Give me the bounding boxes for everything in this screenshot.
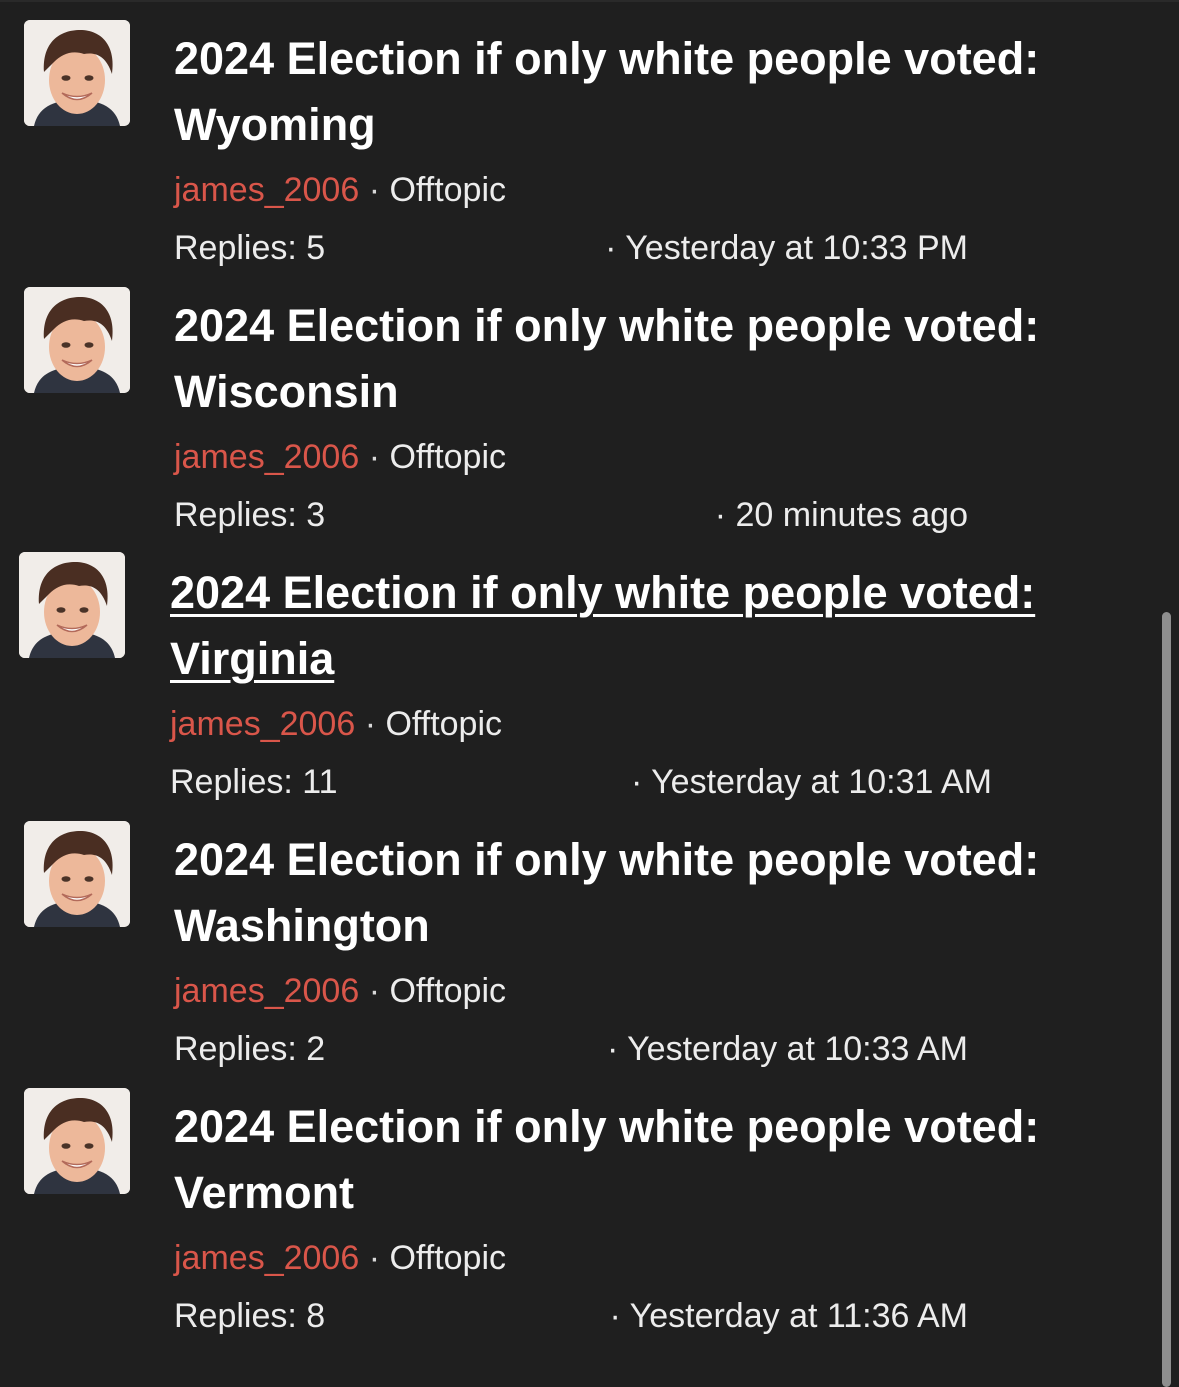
thread-meta: james_2006 · Offtopic [174,170,506,210]
last-post-time[interactable]: · Yesterday at 10:33 AM [607,1029,968,1069]
thread-title-link[interactable]: 2024 Election if only white people voted… [174,26,1134,158]
thread-item[interactable]: 2024 Election if only white people voted… [0,285,1150,552]
author-link[interactable]: james_2006 [174,171,359,209]
meta-separator: · [355,705,386,743]
author-link[interactable]: james_2006 [174,972,359,1010]
thread-item[interactable]: 2024 Election if only white people voted… [0,1086,1150,1353]
avatar-icon [19,552,125,658]
meta-separator: · [359,1239,390,1277]
last-post-time[interactable]: · Yesterday at 10:31 AM [631,762,992,802]
author-link[interactable]: james_2006 [170,705,355,743]
thread-meta: james_2006 · Offtopic [174,1238,506,1278]
thread-meta: james_2006 · Offtopic [174,971,506,1011]
forum-link[interactable]: Offtopic [389,972,506,1010]
author-link[interactable]: james_2006 [174,438,359,476]
thread-title-link[interactable]: 2024 Election if only white people voted… [174,293,1134,425]
user-avatar-photo[interactable] [24,1088,130,1194]
user-avatar-photo[interactable] [19,552,125,658]
last-post-time[interactable]: · Yesterday at 10:33 PM [605,228,968,268]
forum-link[interactable]: Offtopic [389,1239,506,1277]
thread-list-page: 2024 Election if only white people voted… [0,0,1179,1387]
user-avatar-photo[interactable] [24,20,130,126]
reply-count: Replies: 8 [174,1297,326,1335]
meta-separator: · [359,972,390,1010]
scrollbar-thumb[interactable] [1162,612,1171,1387]
user-avatar-photo[interactable] [24,287,130,393]
reply-count: Replies: 2 [174,1030,326,1068]
avatar-icon [24,287,130,393]
user-avatar-photo[interactable] [24,821,130,927]
forum-link[interactable]: Offtopic [385,705,502,743]
avatar-icon [24,20,130,126]
thread-title-link[interactable]: 2024 Election if only white people voted… [174,827,1134,959]
scrollbar[interactable] [1162,612,1171,1387]
top-divider [0,0,1179,2]
thread-title-link[interactable]: 2024 Election if only white people voted… [174,1094,1134,1226]
last-post-time[interactable]: · 20 minutes ago [715,495,968,535]
forum-link[interactable]: Offtopic [389,438,506,476]
meta-separator: · [359,438,390,476]
forum-link[interactable]: Offtopic [389,171,506,209]
thread-item[interactable]: 2024 Election if only white people voted… [0,18,1150,285]
avatar-icon [24,821,130,927]
thread-item[interactable]: 2024 Election if only white people voted… [0,552,1150,819]
meta-separator: · [359,171,390,209]
thread-meta: james_2006 · Offtopic [174,437,506,477]
reply-count: Replies: 3 [174,496,326,534]
last-post-time[interactable]: · Yesterday at 11:36 AM [610,1296,969,1336]
reply-count: Replies: 5 [174,229,326,267]
thread-item[interactable]: 2024 Election if only white people voted… [0,819,1150,1086]
author-link[interactable]: james_2006 [174,1239,359,1277]
thread-title-link[interactable]: 2024 Election if only white people voted… [170,560,1130,692]
avatar-icon [24,1088,130,1194]
thread-meta: james_2006 · Offtopic [170,704,502,744]
reply-count: Replies: 11 [170,763,338,801]
